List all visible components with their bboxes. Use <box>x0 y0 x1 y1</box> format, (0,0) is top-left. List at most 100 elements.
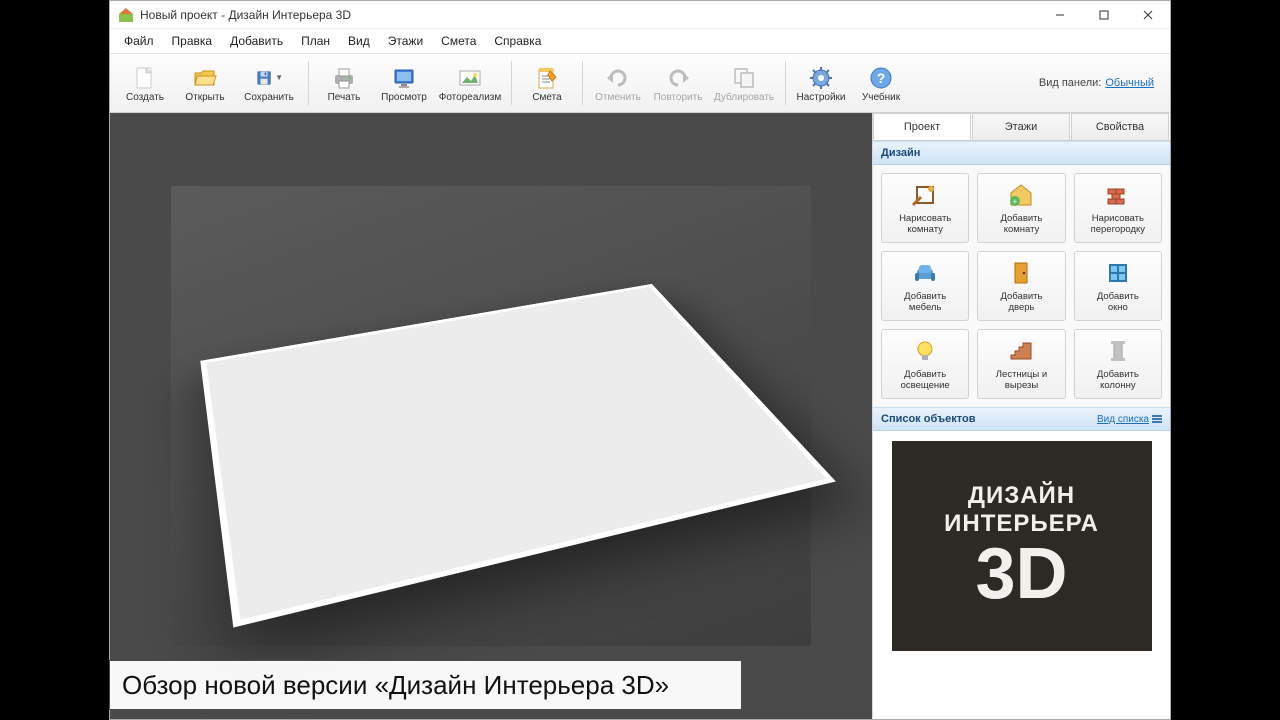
print-button[interactable]: Печать <box>315 57 373 109</box>
duplicate-icon <box>730 64 758 92</box>
design-section-header: Дизайн <box>873 141 1170 165</box>
menu-floors[interactable]: Этажи <box>380 32 431 50</box>
view-list-link[interactable]: Вид списка <box>1097 414 1162 425</box>
maximize-button[interactable] <box>1082 1 1126 29</box>
draw-room-icon <box>910 180 940 210</box>
btn-label-2: вырезы <box>1005 381 1038 392</box>
btn-label-2: освещение <box>901 381 950 392</box>
duplicate-button[interactable]: Дублировать <box>709 57 779 109</box>
render-area <box>171 186 811 646</box>
separator <box>308 61 309 105</box>
menu-add[interactable]: Добавить <box>222 32 291 50</box>
app-icon <box>118 7 134 23</box>
btn-label-2: дверь <box>1008 303 1034 314</box>
btn-draw-partition[interactable]: Нарисовать перегородку <box>1074 173 1162 243</box>
create-label: Создать <box>126 92 164 103</box>
save-label: Сохранить <box>244 92 294 103</box>
svg-text:+: + <box>1013 197 1018 206</box>
open-button[interactable]: Открыть <box>176 57 234 109</box>
tab-project[interactable]: Проект <box>873 113 971 140</box>
close-button[interactable] <box>1126 1 1170 29</box>
btn-add-lighting[interactable]: Добавить освещение <box>881 329 969 399</box>
panel-mode-link[interactable]: Обычный <box>1105 77 1154 89</box>
help-button[interactable]: ? Учебник <box>852 57 910 109</box>
menubar: Файл Правка Добавить План Вид Этажи Смет… <box>110 29 1170 53</box>
btn-label-2: колонну <box>1100 381 1136 392</box>
lightbulb-icon <box>910 336 940 366</box>
design-header-label: Дизайн <box>881 147 920 159</box>
promo-line-1: ДИЗАЙН <box>968 482 1075 510</box>
window-title: Новый проект - Дизайн Интерьера 3D <box>140 8 1038 22</box>
redo-button[interactable]: Повторить <box>649 57 707 109</box>
titlebar: Новый проект - Дизайн Интерьера 3D <box>110 1 1170 29</box>
btn-draw-room[interactable]: Нарисовать комнату <box>881 173 969 243</box>
workspace: Проект Этажи Свойства Дизайн Нарисовать … <box>110 113 1170 719</box>
btn-label-2: окно <box>1108 303 1128 314</box>
btn-add-room[interactable]: + Добавить комнату <box>977 173 1065 243</box>
list-icon <box>1152 414 1162 424</box>
btn-label-2: комнату <box>1004 225 1040 236</box>
svg-text:?: ? <box>877 70 886 86</box>
promo-banner: ДИЗАЙН ИНТЕРЬЕРА 3D <box>892 441 1152 651</box>
btn-label-2: мебель <box>909 303 942 314</box>
letterbox: Новый проект - Дизайн Интерьера 3D Файл … <box>0 0 1280 720</box>
view-list-label: Вид списка <box>1097 414 1149 425</box>
menu-view[interactable]: Вид <box>340 32 378 50</box>
chevron-down-icon: ▼ <box>275 73 283 82</box>
separator <box>785 61 786 105</box>
preview-label: Просмотр <box>381 92 427 103</box>
undo-icon <box>604 64 632 92</box>
door-icon <box>1006 258 1036 288</box>
btn-label-2: перегородку <box>1091 225 1145 236</box>
btn-add-window[interactable]: Добавить окно <box>1074 251 1162 321</box>
separator <box>511 61 512 105</box>
menu-help[interactable]: Справка <box>486 32 549 50</box>
print-label: Печать <box>328 92 361 103</box>
btn-label-2: комнату <box>907 225 943 236</box>
lower-third-caption: Обзор новой версии «Дизайн Интерьера 3D» <box>109 660 742 710</box>
armchair-icon <box>910 258 940 288</box>
estimate-label: Смета <box>532 92 561 103</box>
lower-third-text: Обзор новой версии «Дизайн Интерьера 3D» <box>122 670 669 701</box>
design-grid: Нарисовать комнату + Добавить комнату На… <box>873 165 1170 407</box>
objects-header-label: Список объектов <box>881 413 975 425</box>
btn-add-furniture[interactable]: Добавить мебель <box>881 251 969 321</box>
menu-estimate[interactable]: Смета <box>433 32 484 50</box>
stairs-icon <box>1006 336 1036 366</box>
undo-label: Отменить <box>595 92 641 103</box>
panel-mode-control: Вид панели: Обычный <box>1039 77 1164 89</box>
3d-viewport[interactable] <box>110 113 872 719</box>
minimize-button[interactable] <box>1038 1 1082 29</box>
tab-floors[interactable]: Этажи <box>972 113 1070 140</box>
column-icon <box>1103 336 1133 366</box>
object-list-area: ДИЗАЙН ИНТЕРЬЕРА 3D <box>873 431 1170 719</box>
btn-stairs-cutouts[interactable]: Лестницы и вырезы <box>977 329 1065 399</box>
floorplan-render <box>200 284 836 628</box>
menu-file[interactable]: Файл <box>116 32 162 50</box>
help-label: Учебник <box>862 92 900 103</box>
btn-add-column[interactable]: Добавить колонну <box>1074 329 1162 399</box>
app-window: Новый проект - Дизайн Интерьера 3D Файл … <box>109 0 1171 720</box>
redo-icon <box>664 64 692 92</box>
separator <box>582 61 583 105</box>
menu-plan[interactable]: План <box>293 32 338 50</box>
create-button[interactable]: Создать <box>116 57 174 109</box>
window-icon <box>1103 258 1133 288</box>
menu-edit[interactable]: Правка <box>164 32 221 50</box>
estimate-button[interactable]: Смета <box>518 57 576 109</box>
save-button[interactable]: ▼ Сохранить <box>236 57 302 109</box>
panel-mode-label: Вид панели: <box>1039 77 1101 89</box>
undo-button[interactable]: Отменить <box>589 57 647 109</box>
photoreal-label: Фотореализм <box>439 92 502 103</box>
settings-button[interactable]: Настройки <box>792 57 850 109</box>
settings-label: Настройки <box>796 92 845 103</box>
photoreal-button[interactable]: Фотореализм <box>435 57 505 109</box>
toolbar: Создать Открыть ▼ Сохранить Печать Просм… <box>110 53 1170 113</box>
brick-wall-icon <box>1103 180 1133 210</box>
gear-icon <box>807 64 835 92</box>
help-icon: ? <box>867 64 895 92</box>
preview-button[interactable]: Просмотр <box>375 57 433 109</box>
tab-properties[interactable]: Свойства <box>1071 113 1169 140</box>
btn-add-door[interactable]: Добавить дверь <box>977 251 1065 321</box>
duplicate-label: Дублировать <box>714 92 774 103</box>
